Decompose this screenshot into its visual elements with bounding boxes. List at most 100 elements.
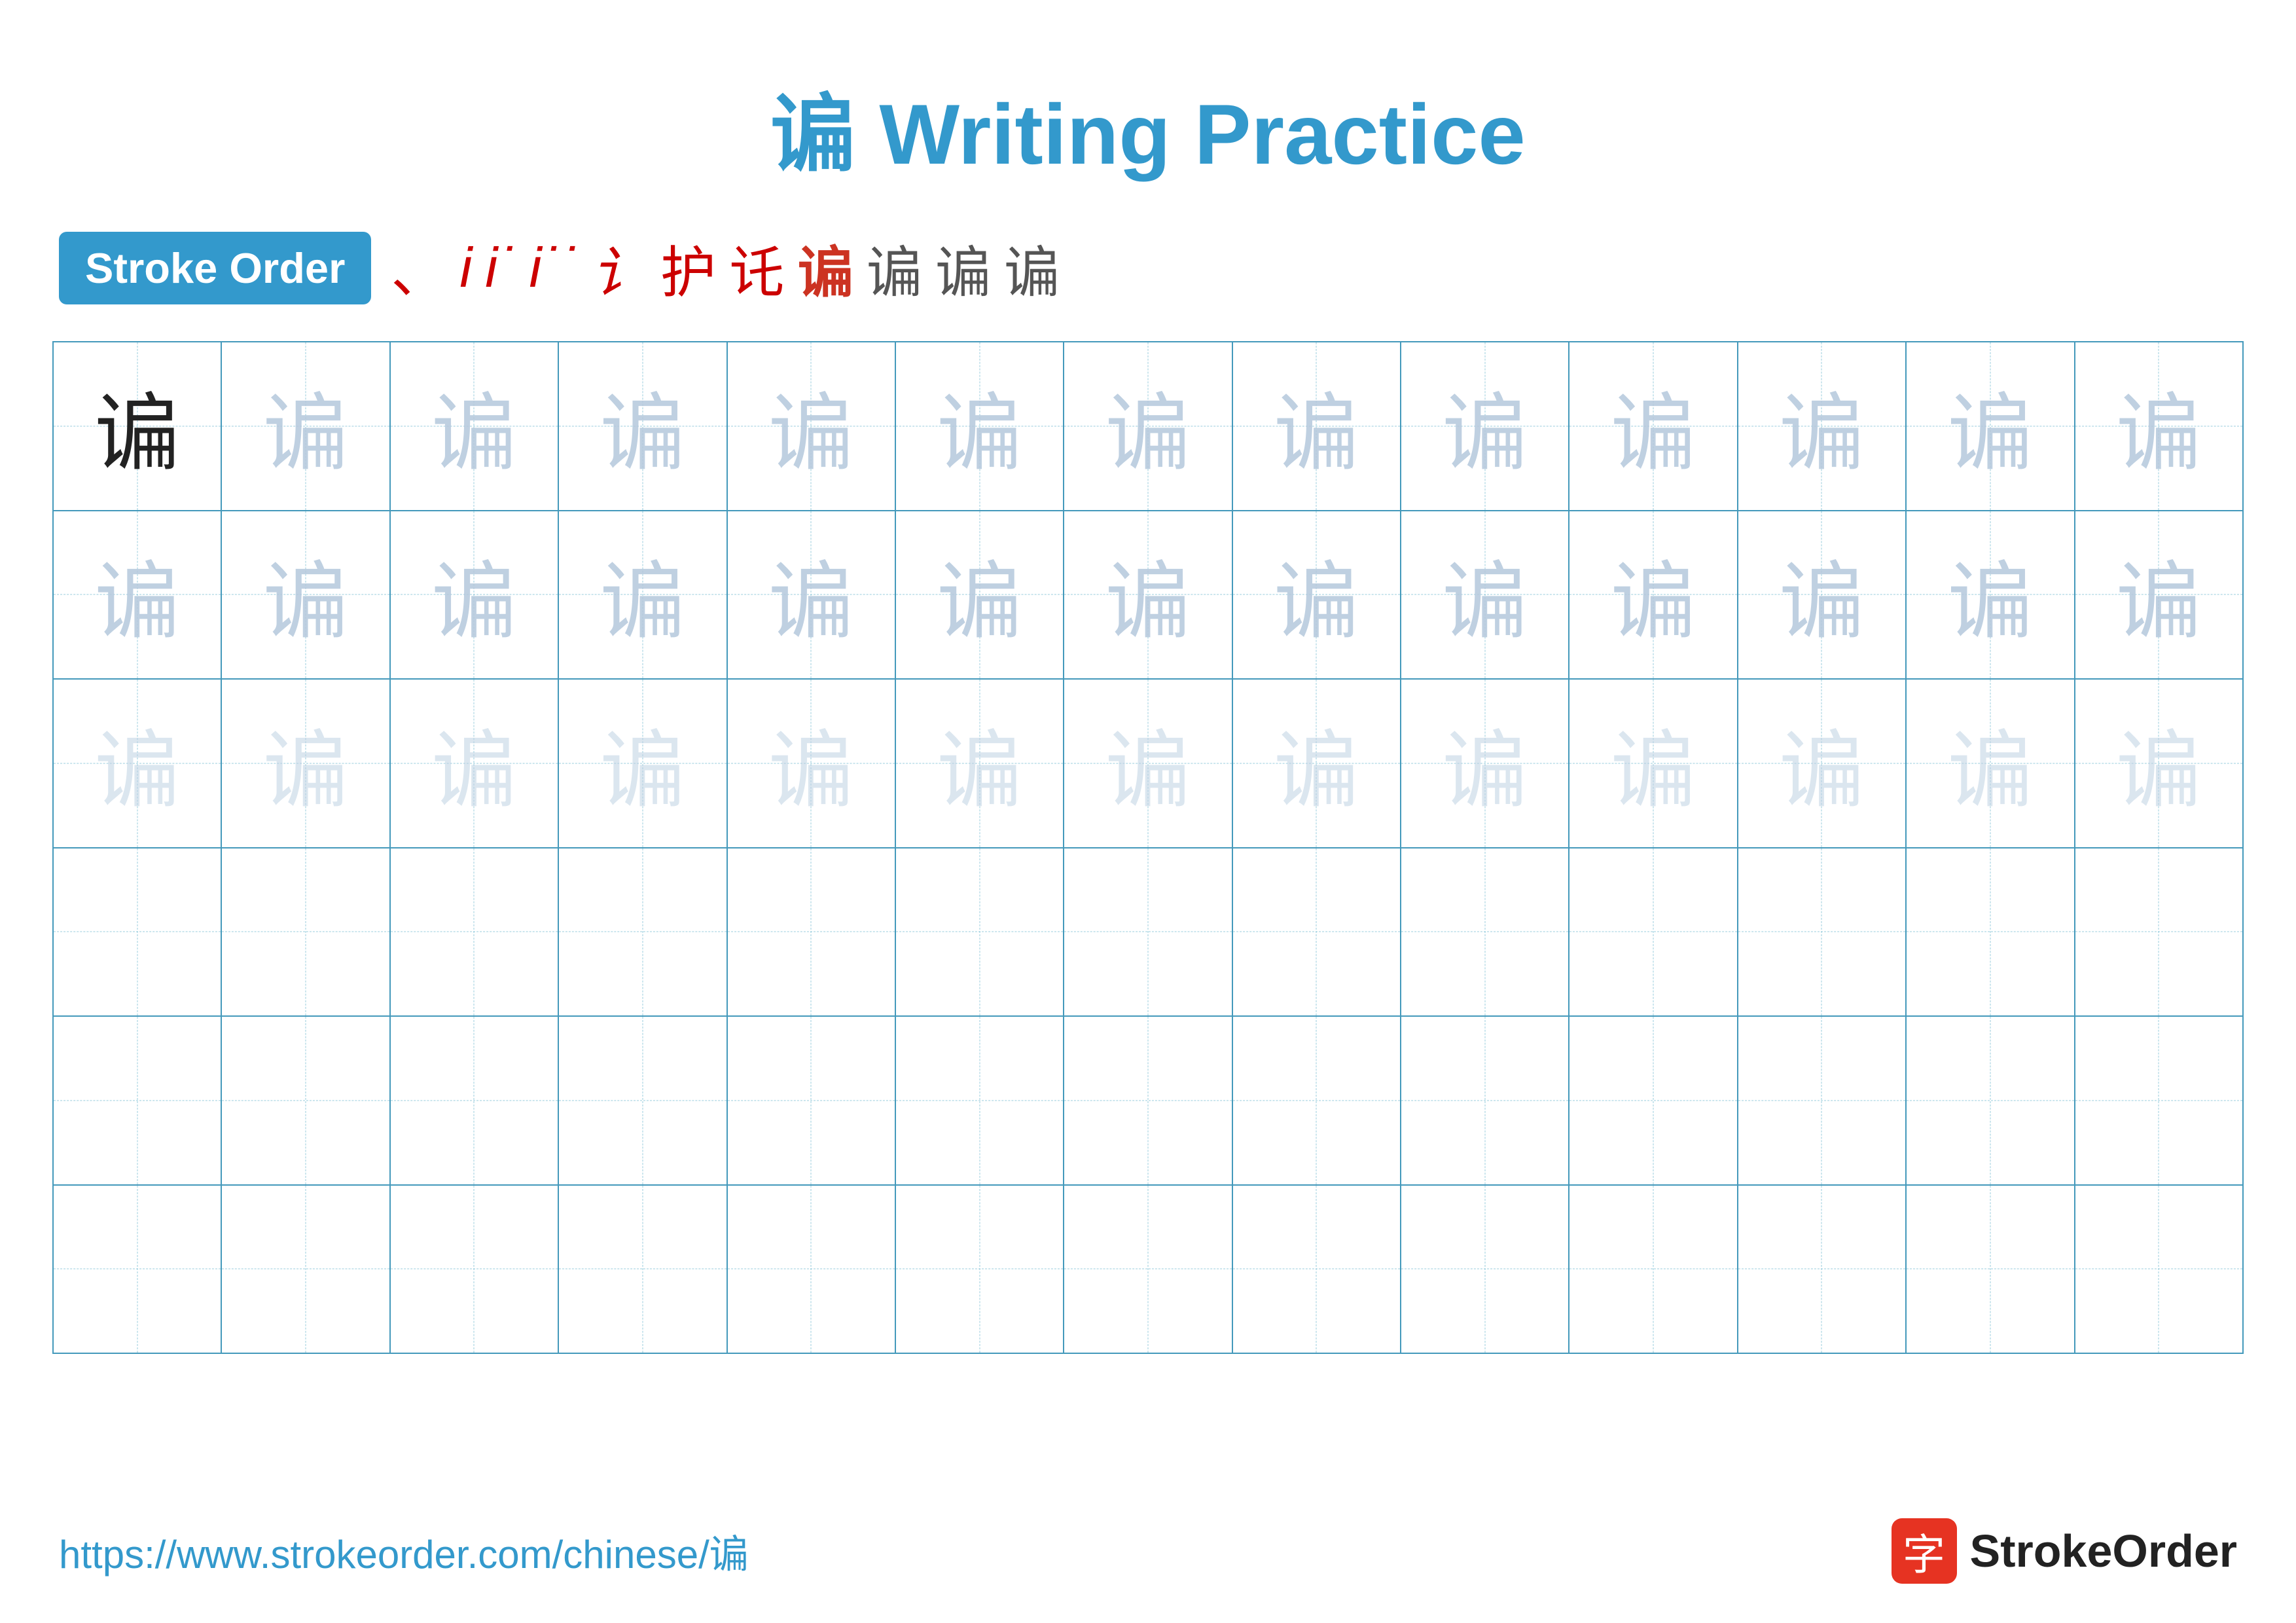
cell-3-5[interactable]: 谝 <box>727 679 895 848</box>
cell-1-13[interactable]: 谝 <box>2075 342 2244 511</box>
cell-1-2[interactable]: 谝 <box>221 342 389 511</box>
grid-row-2: 谝 谝 谝 谝 谝 谝 谝 谝 谝 谝 谝 谝 谝 <box>53 511 2243 680</box>
cell-5-4[interactable] <box>558 1016 726 1185</box>
footer-logo: 字 StrokeOrder <box>1892 1518 2237 1584</box>
cell-1-9[interactable]: 谝 <box>1401 342 1569 511</box>
stroke-1: 、 <box>391 228 446 308</box>
cell-3-13[interactable]: 谝 <box>2075 679 2244 848</box>
cell-4-13[interactable] <box>2075 848 2244 1017</box>
cell-3-11[interactable]: 谝 <box>1738 679 1906 848</box>
cell-3-3[interactable]: 谝 <box>390 679 558 848</box>
cell-3-7[interactable]: 谝 <box>1064 679 1232 848</box>
cell-1-6[interactable]: 谝 <box>895 342 1064 511</box>
cell-4-6[interactable] <box>895 848 1064 1017</box>
stroke-6: 护 <box>660 228 716 308</box>
grid-row-3: 谝 谝 谝 谝 谝 谝 谝 谝 谝 谝 谝 谝 谝 <box>53 679 2243 848</box>
cell-4-2[interactable] <box>221 848 389 1017</box>
stroke-order-badge: Stroke Order <box>59 232 371 304</box>
practice-grid: 谝 谝 谝 谝 谝 谝 谝 谝 谝 谝 谝 谝 谝 谝 谝 谝 谝 谝 谝 谝 … <box>52 341 2244 1354</box>
stroke-order-row: Stroke Order 、 i i˙ i˙˙ 讠 护 讬 谝 谝 谝 谝 <box>0 228 2296 341</box>
page-title: 谝 Writing Practice <box>0 0 2296 228</box>
cell-6-13[interactable] <box>2075 1185 2244 1354</box>
cell-5-10[interactable] <box>1569 1016 1737 1185</box>
stroke-2: i <box>459 236 472 301</box>
cell-1-1[interactable]: 谝 <box>53 342 221 511</box>
cell-3-6[interactable]: 谝 <box>895 679 1064 848</box>
cell-6-4[interactable] <box>558 1185 726 1354</box>
cell-4-4[interactable] <box>558 848 726 1017</box>
cell-2-8[interactable]: 谝 <box>1232 511 1401 680</box>
cell-1-11[interactable]: 谝 <box>1738 342 1906 511</box>
cell-4-10[interactable] <box>1569 848 1737 1017</box>
cell-2-1[interactable]: 谝 <box>53 511 221 680</box>
cell-5-5[interactable] <box>727 1016 895 1185</box>
cell-4-3[interactable] <box>390 848 558 1017</box>
cell-1-8[interactable]: 谝 <box>1232 342 1401 511</box>
cell-1-5[interactable]: 谝 <box>727 342 895 511</box>
cell-1-4[interactable]: 谝 <box>558 342 726 511</box>
cell-6-8[interactable] <box>1232 1185 1401 1354</box>
cell-4-11[interactable] <box>1738 848 1906 1017</box>
stroke-sequence: 、 i i˙ i˙˙ 讠 护 讬 谝 谝 谝 谝 <box>391 228 1060 308</box>
cell-5-12[interactable] <box>1906 1016 2074 1185</box>
cell-6-5[interactable] <box>727 1185 895 1354</box>
cell-6-7[interactable] <box>1064 1185 1232 1354</box>
logo-icon: 字 <box>1892 1518 1957 1584</box>
cell-2-6[interactable]: 谝 <box>895 511 1064 680</box>
cell-5-3[interactable] <box>390 1016 558 1185</box>
cell-4-1[interactable] <box>53 848 221 1017</box>
cell-4-9[interactable] <box>1401 848 1569 1017</box>
cell-1-10[interactable]: 谝 <box>1569 342 1737 511</box>
cell-2-11[interactable]: 谝 <box>1738 511 1906 680</box>
cell-5-13[interactable] <box>2075 1016 2244 1185</box>
cell-1-12[interactable]: 谝 <box>1906 342 2074 511</box>
cell-2-2[interactable]: 谝 <box>221 511 389 680</box>
stroke-8: 谝 <box>798 228 853 308</box>
cell-5-11[interactable] <box>1738 1016 1906 1185</box>
cell-6-9[interactable] <box>1401 1185 1569 1354</box>
cell-4-5[interactable] <box>727 848 895 1017</box>
footer: https://www.strokeorder.com/chinese/谝 字 … <box>59 1518 2237 1584</box>
cell-2-3[interactable]: 谝 <box>390 511 558 680</box>
stroke-5: 讠 <box>592 228 647 308</box>
cell-2-10[interactable]: 谝 <box>1569 511 1737 680</box>
cell-5-8[interactable] <box>1232 1016 1401 1185</box>
cell-3-10[interactable]: 谝 <box>1569 679 1737 848</box>
cell-2-9[interactable]: 谝 <box>1401 511 1569 680</box>
cell-3-2[interactable]: 谝 <box>221 679 389 848</box>
grid-row-1: 谝 谝 谝 谝 谝 谝 谝 谝 谝 谝 谝 谝 谝 <box>53 342 2243 511</box>
cell-3-1[interactable]: 谝 <box>53 679 221 848</box>
cell-5-7[interactable] <box>1064 1016 1232 1185</box>
cell-6-1[interactable] <box>53 1185 221 1354</box>
cell-2-12[interactable]: 谝 <box>1906 511 2074 680</box>
cell-6-6[interactable] <box>895 1185 1064 1354</box>
cell-1-7[interactable]: 谝 <box>1064 342 1232 511</box>
char-solid: 谝 <box>95 365 180 488</box>
cell-4-8[interactable] <box>1232 848 1401 1017</box>
cell-2-7[interactable]: 谝 <box>1064 511 1232 680</box>
cell-2-4[interactable]: 谝 <box>558 511 726 680</box>
cell-5-6[interactable] <box>895 1016 1064 1185</box>
cell-6-3[interactable] <box>390 1185 558 1354</box>
cell-6-10[interactable] <box>1569 1185 1737 1354</box>
cell-6-2[interactable] <box>221 1185 389 1354</box>
cell-4-7[interactable] <box>1064 848 1232 1017</box>
cell-2-5[interactable]: 谝 <box>727 511 895 680</box>
cell-5-9[interactable] <box>1401 1016 1569 1185</box>
logo-text: StrokeOrder <box>1970 1525 2237 1577</box>
cell-3-8[interactable]: 谝 <box>1232 679 1401 848</box>
cell-3-9[interactable]: 谝 <box>1401 679 1569 848</box>
grid-row-5 <box>53 1016 2243 1185</box>
cell-5-1[interactable] <box>53 1016 221 1185</box>
cell-6-12[interactable] <box>1906 1185 2074 1354</box>
cell-2-13[interactable]: 谝 <box>2075 511 2244 680</box>
cell-1-3[interactable]: 谝 <box>390 342 558 511</box>
footer-url[interactable]: https://www.strokeorder.com/chinese/谝 <box>59 1523 749 1580</box>
stroke-7: 讬 <box>729 228 785 308</box>
cell-5-2[interactable] <box>221 1016 389 1185</box>
cell-6-11[interactable] <box>1738 1185 1906 1354</box>
stroke-3: i˙ <box>485 236 516 301</box>
cell-3-4[interactable]: 谝 <box>558 679 726 848</box>
cell-4-12[interactable] <box>1906 848 2074 1017</box>
cell-3-12[interactable]: 谝 <box>1906 679 2074 848</box>
